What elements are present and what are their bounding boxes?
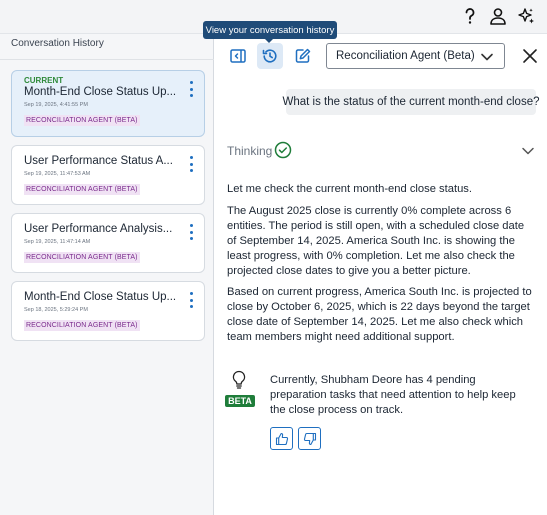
conversation-list: CURRENT Month-End Close Status Up... Sep… [11, 70, 205, 349]
user-icon[interactable] [487, 5, 509, 27]
divider [0, 59, 214, 60]
conversation-history-panel: Conversation History CURRENT Month-End C… [0, 34, 214, 515]
help-icon[interactable] [459, 5, 481, 27]
more-options-icon[interactable] [188, 224, 194, 240]
panel-title: Conversation History [11, 38, 104, 49]
agent-badge: RECONCILIATION AGENT (BETA) [24, 320, 140, 331]
check-circle-icon [274, 141, 292, 159]
more-options-icon[interactable] [188, 156, 194, 172]
history-tooltip: View your conversation history [203, 21, 337, 43]
more-options-icon[interactable] [188, 81, 194, 97]
conversation-title: Month-End Close Status Up... [24, 291, 177, 303]
collapse-panel-icon [230, 49, 246, 63]
agent-badge: RECONCILIATION AGENT (BETA) [24, 184, 140, 195]
thumbs-down-icon [303, 432, 316, 445]
current-tag: CURRENT [24, 76, 64, 85]
chevron-down-icon [522, 147, 534, 155]
agent-badge: RECONCILIATION AGENT (BETA) [24, 252, 140, 263]
top-icons [459, 5, 537, 27]
conversation-date: Sep 18, 2025, 5:29:24 PM [24, 307, 88, 313]
agent-badge: RECONCILIATION AGENT (BETA) [24, 115, 140, 126]
thinking-paragraph: Let me check the current month-end close… [227, 183, 473, 195]
history-button[interactable] [257, 43, 283, 69]
conversation-title: Month-End Close Status Up... [24, 86, 177, 98]
thinking-section-toggle[interactable]: Thinking [227, 141, 535, 161]
close-button[interactable] [519, 45, 541, 67]
conversation-item[interactable]: User Performance Status A... Sep 19, 202… [11, 145, 205, 205]
thinking-paragraph: The August 2025 close is currently 0% co… [227, 205, 525, 277]
conversation-date: Sep 19, 2025, 4:41:55 PM [24, 102, 88, 108]
conversation-date: Sep 19, 2025, 11:47:14 AM [24, 239, 91, 245]
more-options-icon[interactable] [188, 292, 194, 308]
thumbs-up-icon [275, 432, 288, 445]
thinking-label: Thinking [227, 144, 273, 158]
assistant-answer: Currently, Shubham Deore has 4 pending p… [270, 374, 516, 416]
chevron-down-icon [481, 53, 493, 61]
history-icon [262, 49, 277, 63]
beta-badge: BETA [225, 395, 255, 407]
edit-icon [295, 48, 311, 63]
thumbs-up-button[interactable] [270, 427, 293, 450]
agent-select[interactable]: Reconciliation Agent (Beta) [326, 43, 505, 69]
thumbs-down-button[interactable] [298, 427, 321, 450]
lightbulb-icon [232, 370, 246, 389]
agent-select-value: Reconciliation Agent (Beta) [336, 50, 475, 62]
conversation-title: User Performance Analysis... [24, 223, 173, 235]
conversation-item[interactable]: Month-End Close Status Up... Sep 18, 202… [11, 281, 205, 341]
new-chat-button[interactable] [290, 43, 316, 69]
conversation-date: Sep 19, 2025, 11:47:53 AM [24, 171, 91, 177]
user-message: What is the status of the current month-… [283, 89, 539, 115]
sparkle-icon[interactable] [515, 5, 537, 27]
conversation-item-current[interactable]: CURRENT Month-End Close Status Up... Sep… [11, 70, 205, 137]
conversation-title: User Performance Status A... [24, 155, 173, 167]
thinking-paragraph: Based on current progress, America South… [227, 286, 532, 343]
conversation-item[interactable]: User Performance Analysis... Sep 19, 202… [11, 213, 205, 273]
collapse-panel-button[interactable] [225, 43, 251, 69]
close-icon [523, 49, 537, 63]
